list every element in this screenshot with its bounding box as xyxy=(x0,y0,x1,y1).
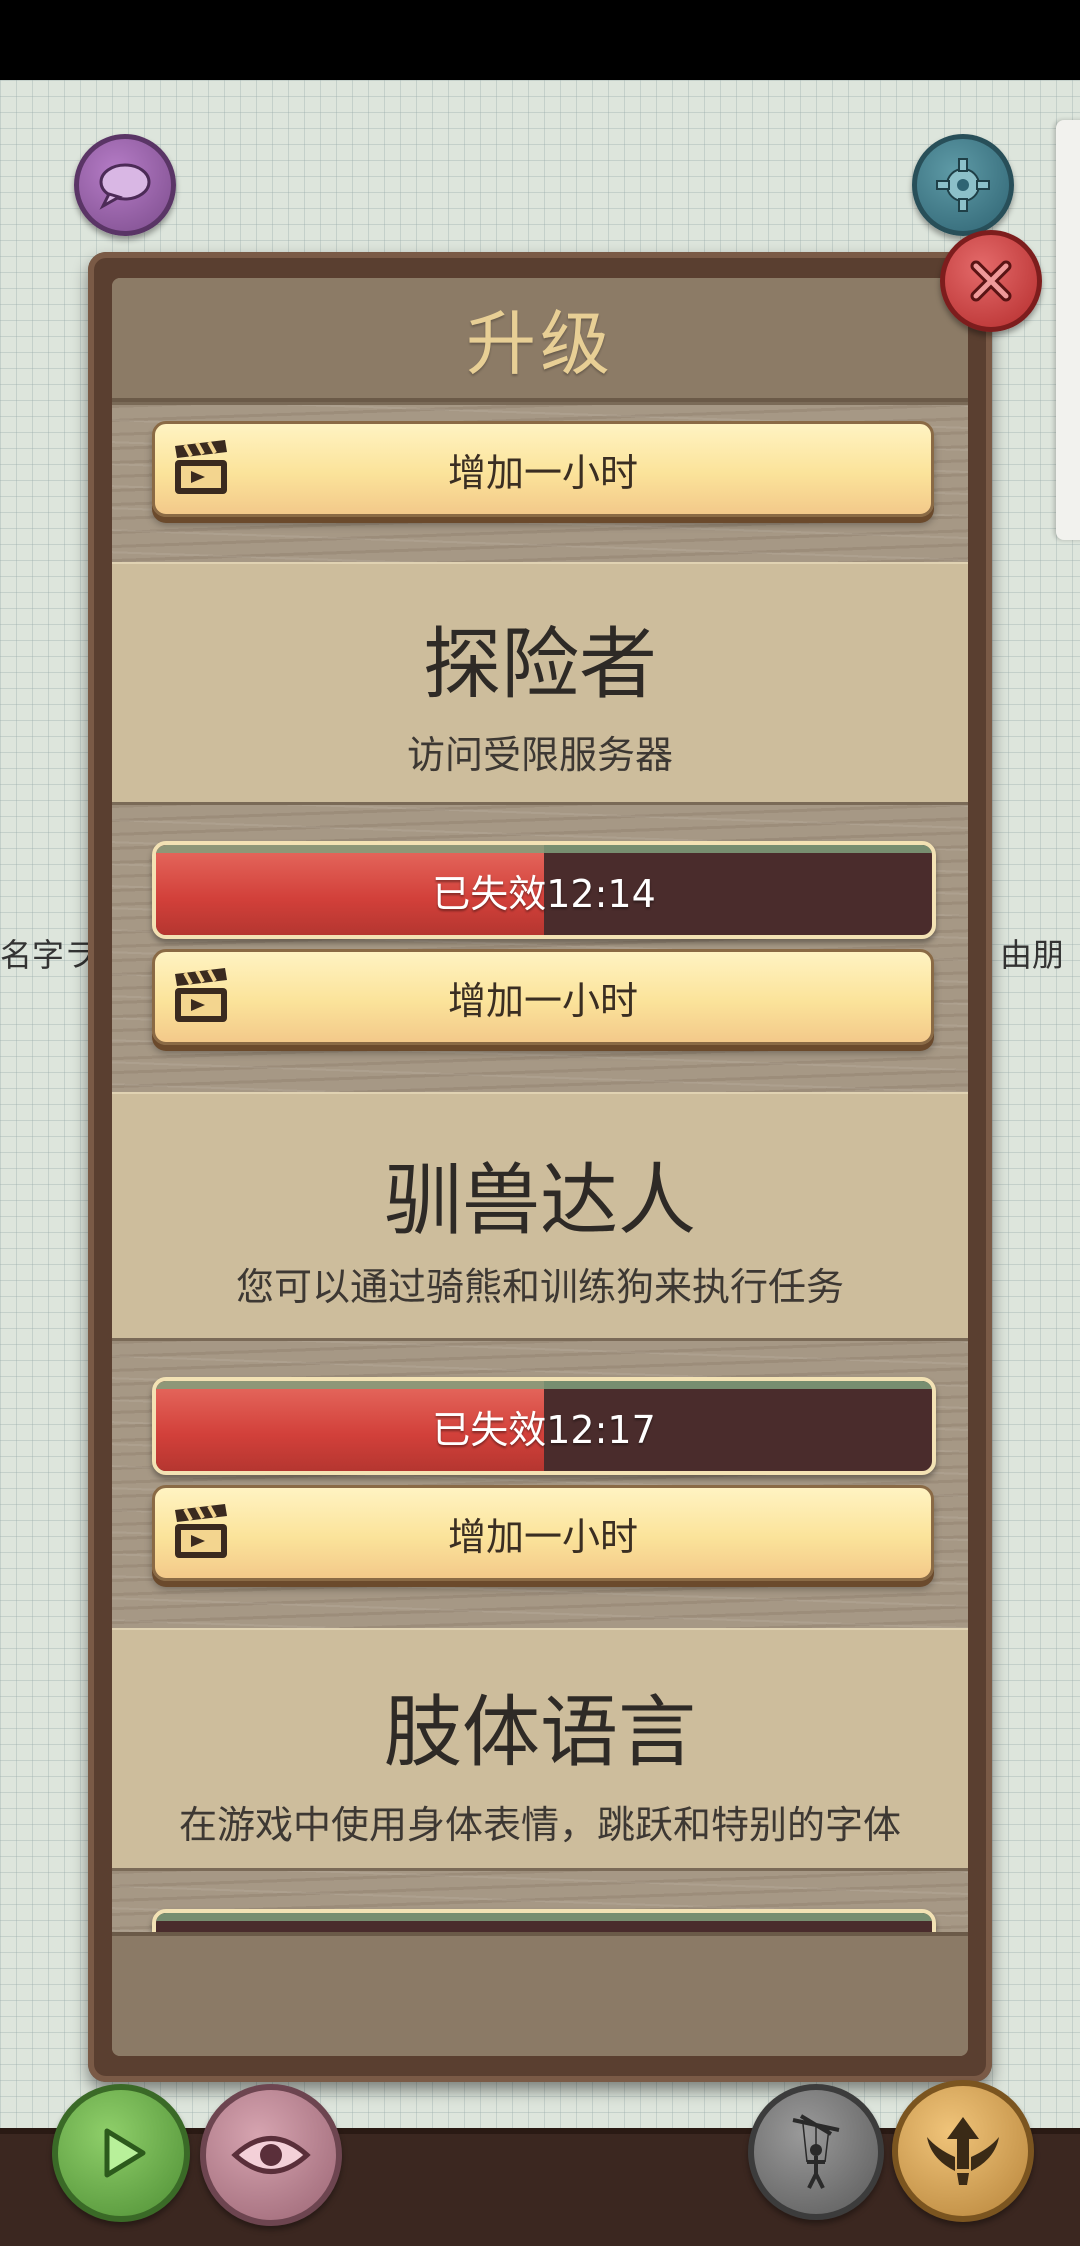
film-clapper-icon xyxy=(175,440,227,494)
settings-button[interactable] xyxy=(912,134,1014,236)
expiry-progress-bar: 已失效12:17 xyxy=(152,1377,936,1475)
upgrade-list[interactable]: 增加一小时 探险者 访问受限服务器 已失效12:14 增加一小时 驯兽达人 您可… xyxy=(112,402,968,1932)
spectate-button[interactable] xyxy=(200,2084,342,2226)
chat-bubble-icon xyxy=(99,163,151,210)
film-clapper-icon xyxy=(175,968,227,1022)
close-x-icon xyxy=(970,260,1012,302)
progress-label: 已失效12:14 xyxy=(432,871,656,916)
upgrades-button[interactable] xyxy=(892,2080,1034,2222)
gear-icon xyxy=(936,158,990,212)
upgrade-card-beast-tamer: 驯兽达人 您可以通过骑熊和训练狗来执行任务 xyxy=(112,1092,968,1340)
upgrade-actions-1: 已失效12:14 增加一小时 xyxy=(112,802,968,1098)
upgrade-title: 驯兽达人 xyxy=(383,1156,696,1246)
upgrade-card-explorer: 探险者 访问受限服务器 xyxy=(112,562,968,804)
upgrade-description: 访问受限服务器 xyxy=(406,733,673,777)
expiry-progress-bar: 已失效12:14 xyxy=(152,841,936,939)
upgrade-actions-3 xyxy=(112,1868,968,1932)
progress-label: 已失效12:17 xyxy=(432,1407,656,1452)
play-icon xyxy=(104,2128,146,2178)
add-hour-label: 增加一小时 xyxy=(447,450,638,495)
chat-button[interactable] xyxy=(74,134,176,236)
eye-icon xyxy=(231,2136,311,2174)
puppet-button[interactable] xyxy=(748,2084,884,2220)
add-hour-label: 增加一小时 xyxy=(447,1514,638,1559)
add-hour-label: 增加一小时 xyxy=(447,978,638,1023)
puppet-icon xyxy=(792,2114,840,2189)
background-text-right: 由朋 xyxy=(1000,936,1065,974)
dialog-header: 升级 xyxy=(112,278,968,402)
upgrade-description: 您可以通过骑熊和训练狗来执行任务 xyxy=(235,1265,844,1309)
upgrade-dialog: 升级 增加一小时 探险者 访问受限服务器 已失效12:14 增加一小时 驯兽达人… xyxy=(88,252,992,2082)
close-button[interactable] xyxy=(940,230,1042,332)
expiry-progress-bar xyxy=(152,1909,936,1932)
dialog-title: 升级 xyxy=(466,302,614,385)
film-clapper-icon xyxy=(175,1504,227,1558)
upgrade-actions-2: 已失效12:17 增加一小时 xyxy=(112,1338,968,1634)
dialog-body: 升级 增加一小时 探险者 访问受限服务器 已失效12:14 增加一小时 驯兽达人… xyxy=(112,278,968,2056)
upgrade-title: 肢体语言 xyxy=(383,1688,696,1778)
upgrade-card-body-language: 肢体语言 在游戏中使用身体表情，跳跃和特别的字体 xyxy=(112,1628,968,1870)
play-button[interactable] xyxy=(52,2084,190,2222)
dialog-footer xyxy=(112,1932,968,2056)
add-hour-button[interactable]: 增加一小时 xyxy=(152,1485,934,1581)
upgrade-description: 在游戏中使用身体表情，跳跃和特别的字体 xyxy=(178,1803,901,1847)
background-text-left: 名字ラ xyxy=(0,936,97,974)
upgrade-title: 探险者 xyxy=(422,620,657,710)
side-panel-tab[interactable] xyxy=(1056,120,1080,540)
upgrade-actions-0: 增加一小时 xyxy=(112,402,968,568)
winged-arrow-icon xyxy=(927,2117,999,2185)
add-hour-button[interactable]: 增加一小时 xyxy=(152,421,934,517)
status-bar xyxy=(0,0,1080,80)
progress-highlight xyxy=(156,1913,932,1921)
add-hour-button[interactable]: 增加一小时 xyxy=(152,949,934,1045)
